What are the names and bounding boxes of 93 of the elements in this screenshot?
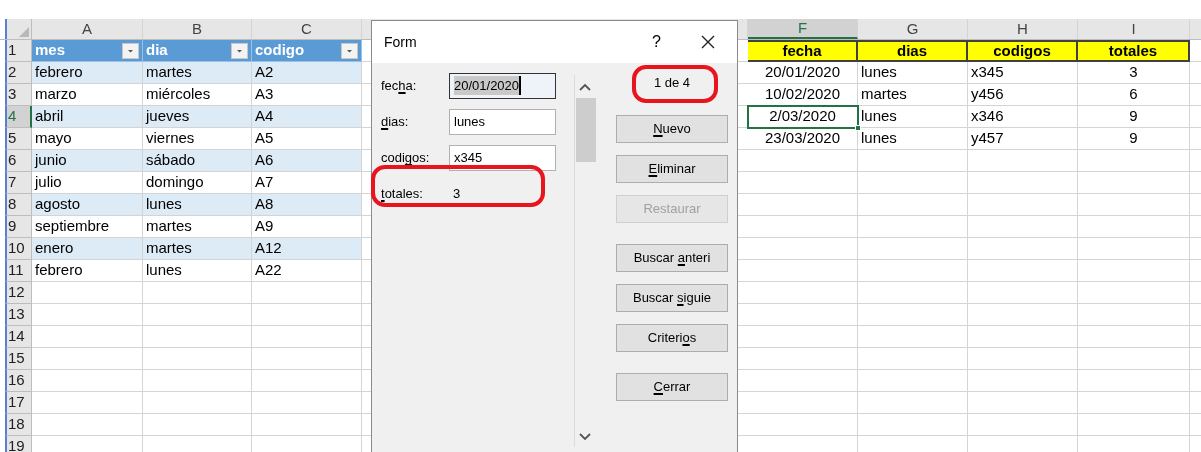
table-header-cell: dias (858, 40, 968, 62)
field-value: 3 (452, 184, 461, 203)
row-header[interactable]: 9 (5, 216, 32, 238)
row-header[interactable]: 8 (5, 194, 32, 216)
row-header[interactable]: 5 (5, 128, 32, 150)
scroll-thumb[interactable] (576, 98, 596, 162)
corner-triangle-icon (19, 27, 29, 37)
table-header-cell: totales (1078, 40, 1190, 62)
fill-handle[interactable] (855, 125, 861, 131)
table-cell: lunes (143, 260, 252, 282)
table-cell: A8 (252, 194, 362, 216)
scroll-down-icon[interactable] (579, 433, 591, 441)
table-cell: sábado (143, 150, 252, 172)
row-header[interactable]: 4 (5, 106, 32, 128)
row-header[interactable]: 2 (5, 62, 32, 84)
form-button[interactable]: Nuevo (616, 115, 728, 143)
header-text: dia (146, 40, 168, 61)
form-button[interactable]: Eliminar (616, 155, 728, 183)
table-header-cell: codigos (968, 40, 1078, 62)
column-header[interactable]: H (968, 19, 1078, 39)
table-cell: lunes (858, 62, 968, 84)
table-cell: A6 (252, 150, 362, 172)
table-cell: febrero (32, 62, 143, 84)
table-cell: x345 (968, 62, 1078, 84)
row-header[interactable]: 18 (5, 414, 32, 436)
row-header[interactable]: 10 (5, 238, 32, 260)
table-cell: martes (143, 238, 252, 260)
table-cell: x346 (968, 106, 1078, 128)
table-cell: 2/03/2020 (748, 106, 858, 128)
table-cell: 6 (1078, 84, 1190, 106)
column-header[interactable]: A (32, 19, 143, 39)
header-text: mes (35, 40, 66, 61)
text-field[interactable]: 20/01/2020 (449, 72, 556, 99)
table-cell: martes (143, 62, 252, 84)
table-cell: y457 (968, 128, 1078, 150)
table-cell: febrero (32, 260, 143, 282)
table-cell: agosto (32, 194, 143, 216)
table-cell: A2 (252, 62, 362, 84)
header-text: codigo (255, 40, 305, 61)
record-counter: 1 de 4 (653, 74, 691, 93)
row-header[interactable]: 12 (5, 282, 32, 304)
row-header[interactable]: 7 (5, 172, 32, 194)
select-all-corner[interactable] (5, 19, 32, 39)
filter-dropdown-icon[interactable] (231, 42, 248, 59)
form-button[interactable]: Criterios (616, 324, 728, 352)
column-header[interactable]: G (858, 19, 968, 39)
form-button[interactable]: Cerrar (616, 373, 728, 401)
field-label: fecha: (381, 76, 418, 95)
table-cell: A4 (252, 106, 362, 128)
row-header[interactable]: 11 (5, 260, 32, 282)
table-header-cell: fecha (748, 40, 858, 62)
row-header[interactable]: 14 (5, 326, 32, 348)
column-header[interactable]: I (1078, 19, 1190, 39)
table-cell: y456 (968, 84, 1078, 106)
dialog-title: Form (384, 32, 418, 52)
table-cell: lunes (858, 128, 968, 150)
filter-dropdown-icon[interactable] (341, 42, 358, 59)
table-cell: 3 (1078, 62, 1190, 84)
row-header[interactable]: 16 (5, 370, 32, 392)
table-cell: 9 (1078, 106, 1190, 128)
table-cell: A12 (252, 238, 362, 260)
column-header[interactable]: B (143, 19, 252, 39)
scroll-up-icon[interactable] (579, 83, 591, 91)
row-header[interactable]: 19 (5, 436, 32, 452)
field-label: codigos: (381, 148, 431, 167)
table-cell: lunes (858, 106, 968, 128)
table-cell: junio (32, 150, 143, 172)
row-header[interactable]: 6 (5, 150, 32, 172)
table-cell: abril (32, 106, 143, 128)
table-cell: 9 (1078, 128, 1190, 150)
table-cell: lunes (143, 194, 252, 216)
row-header[interactable]: 13 (5, 304, 32, 326)
row-header[interactable]: 1 (5, 40, 32, 62)
table-cell: 23/03/2020 (748, 128, 858, 150)
table-cell: enero (32, 238, 143, 260)
form-button[interactable]: Buscar anteri (616, 244, 728, 272)
row-header[interactable]: 17 (5, 392, 32, 414)
row-header[interactable]: 3 (5, 84, 32, 106)
row-header[interactable]: 15 (5, 348, 32, 370)
field-label: totales: (381, 184, 424, 203)
table-cell: martes (858, 84, 968, 106)
filter-dropdown-icon[interactable] (122, 42, 139, 59)
table-cell: 10/02/2020 (748, 84, 858, 106)
table-cell: A22 (252, 260, 362, 282)
close-icon[interactable] (701, 35, 715, 49)
text-field[interactable]: lunes (449, 108, 556, 135)
help-button[interactable]: ? (652, 30, 661, 54)
table-cell: 20/01/2020 (748, 62, 858, 84)
column-header[interactable]: C (252, 19, 362, 39)
field-label: dias: (381, 112, 410, 131)
form-button[interactable]: Buscar siguie (616, 284, 728, 312)
column-header[interactable]: F (748, 19, 858, 39)
table-cell: jueves (143, 106, 252, 128)
